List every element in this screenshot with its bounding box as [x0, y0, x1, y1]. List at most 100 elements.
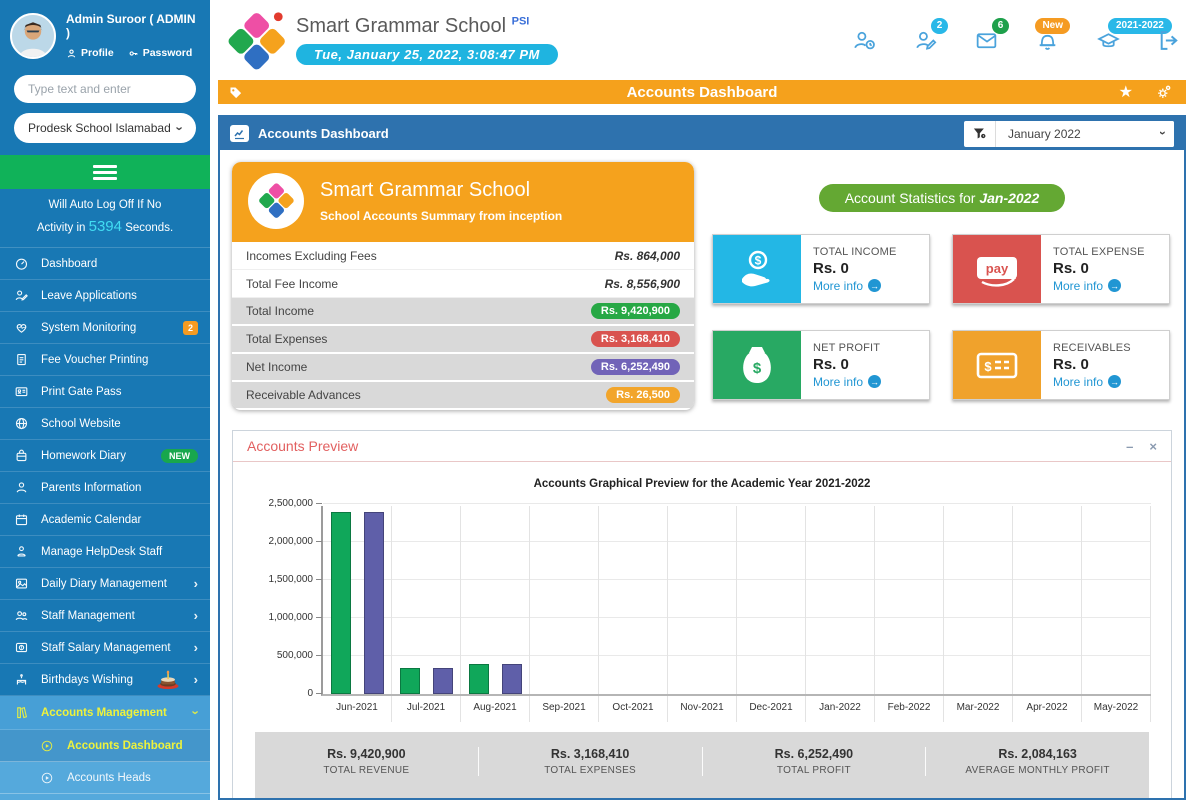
datetime-pill: Tue, January 25, 2022, 3:08:47 PM: [296, 44, 558, 65]
sidebar-item-leave-applications[interactable]: Leave Applications: [0, 280, 210, 312]
sidebar-item-school-website[interactable]: School Website: [0, 408, 210, 440]
x-axis-label: Oct-2021: [599, 696, 668, 722]
settings-gears-icon[interactable]: [1155, 84, 1172, 101]
filter-funnel-icon[interactable]: [964, 121, 996, 147]
x-axis-label: May-2022: [1082, 696, 1151, 722]
page-banner: Accounts Dashboard ★: [218, 80, 1186, 104]
academic-session-icon[interactable]: 2021-2022: [1096, 28, 1121, 53]
tag-icon: [228, 85, 243, 100]
arrow-circle-icon: →: [1108, 375, 1121, 388]
messages-icon[interactable]: 6: [974, 28, 999, 53]
y-axis-label: 2,000,000: [245, 536, 313, 547]
stat-card-total-expense[interactable]: payTOTAL EXPENSERs. 0More info →: [952, 234, 1170, 304]
stat-card-net-profit[interactable]: $NET PROFITRs. 0More info →: [712, 330, 930, 400]
sidebar-item-accounts-management[interactable]: Accounts Management›: [0, 696, 210, 730]
y-axis-label: 500,000: [245, 650, 313, 661]
total-expenses: Rs. 3,168,410TOTAL EXPENSES: [479, 747, 703, 776]
logout-icon[interactable]: [1157, 28, 1182, 53]
stat-card-receivables[interactable]: $RECEIVABLESRs. 0More info →: [952, 330, 1170, 400]
money-bag-icon: $: [713, 331, 801, 399]
sidebar-item-dashboard[interactable]: Dashboard: [0, 248, 210, 280]
month-select[interactable]: January 2022: [996, 121, 1174, 147]
accounts-icon: [12, 705, 30, 720]
sidebar-item-system-monitoring[interactable]: System Monitoring2: [0, 312, 210, 344]
search-input[interactable]: [14, 75, 196, 103]
sidebar-item-accounts-dashboard[interactable]: Accounts Dashboard: [0, 730, 210, 762]
staff-icon: [12, 608, 30, 623]
school-select[interactable]: Prodesk School Islamabad ›: [14, 113, 196, 143]
close-icon[interactable]: ×: [1149, 439, 1157, 454]
minimize-icon[interactable]: –: [1126, 439, 1133, 454]
school-logo-icon: [224, 9, 288, 71]
sidebar-item-income-entries[interactable]: Income Entries: [0, 794, 210, 800]
x-axis-label: Jan-2022: [806, 696, 875, 722]
accounts-bar-chart: 0500,0001,000,0001,500,0002,000,0002,500…: [249, 506, 1155, 722]
salary-icon: [12, 640, 30, 655]
notifications-bell-icon[interactable]: New: [1035, 28, 1060, 53]
more-info-link[interactable]: More info →: [1053, 279, 1145, 293]
user-clock-icon[interactable]: [852, 28, 877, 53]
leave-applications-icon: [12, 288, 30, 303]
bar-income-jun-2021: [331, 512, 351, 694]
x-axis-label: Jun-2021: [323, 696, 392, 722]
sidebar-item-academic-calendar[interactable]: Academic Calendar: [0, 504, 210, 536]
chevron-right-icon: ›: [194, 672, 198, 687]
play-circle-icon: [38, 771, 56, 785]
panel-header: Accounts Dashboard January 2022 ›: [220, 117, 1184, 150]
sidebar-item-staff-salary-management[interactable]: Staff Salary Management›: [0, 632, 210, 664]
stat-card-total-income[interactable]: $TOTAL INCOMERs. 0More info →: [712, 234, 930, 304]
x-axis-label: Mar-2022: [944, 696, 1013, 722]
sidebar-item-parents-information[interactable]: Parents Information: [0, 472, 210, 504]
value-pill: Rs. 6,252,490: [591, 359, 680, 375]
sidebar-item-fee-voucher-printing[interactable]: Fee Voucher Printing: [0, 344, 210, 376]
chevron-right-icon: ›: [194, 640, 198, 655]
sidebar-item-homework-diary[interactable]: Homework DiaryNEW: [0, 440, 210, 472]
homework-diary-icon: [12, 448, 30, 463]
x-axis-label: Jul-2021: [392, 696, 461, 722]
y-axis-label: 0: [245, 688, 313, 699]
chart-title: Accounts Graphical Preview for the Acade…: [249, 478, 1155, 490]
helpdesk-icon: [12, 544, 30, 559]
total-revenue: Rs. 9,420,900TOTAL REVENUE: [255, 747, 479, 776]
x-axis-label: Dec-2021: [737, 696, 806, 722]
password-link[interactable]: Password: [128, 47, 193, 59]
favorite-star-icon[interactable]: ★: [1119, 82, 1133, 102]
sidebar-item-daily-diary-management[interactable]: Daily Diary Management›: [0, 568, 210, 600]
svg-text:$: $: [753, 360, 762, 377]
more-info-link[interactable]: More info →: [1053, 375, 1131, 389]
sidebar-item-birthdays-wishing[interactable]: Birthdays Wishing›: [0, 664, 210, 696]
staff-requests-icon[interactable]: 2: [913, 28, 938, 53]
y-axis-label: 1,000,000: [245, 612, 313, 623]
chart-column-dec-2021: [737, 506, 806, 694]
avatar[interactable]: [10, 13, 56, 59]
value-pill: Rs. 26,500: [606, 387, 680, 403]
parents-icon: [12, 480, 30, 495]
x-axis-label: Aug-2021: [461, 696, 530, 722]
summary-row-receivable-advances: Receivable AdvancesRs. 26,500: [232, 382, 694, 410]
chart-column-feb-2022: [875, 506, 944, 694]
daily-diary-icon: [12, 576, 30, 591]
chart-column-oct-2021: [599, 506, 668, 694]
globe-icon: [12, 416, 30, 431]
summary-row-total-income: Total IncomeRs. 9,420,900: [232, 298, 694, 326]
summary-row-incomes-excluding-fees: Incomes Excluding FeesRs. 864,000: [232, 242, 694, 270]
hand-dollar-icon: $: [713, 235, 801, 303]
svg-text:$: $: [755, 254, 762, 268]
menu-toggle-button[interactable]: [0, 155, 210, 189]
sidebar-item-manage-helpdesk-staff[interactable]: Manage HelpDesk Staff: [0, 536, 210, 568]
sidebar-item-print-gate-pass[interactable]: Print Gate Pass: [0, 376, 210, 408]
chevron-down-icon: ›: [172, 126, 187, 130]
summary-subtitle: School Accounts Summary from inception: [320, 209, 562, 223]
more-info-link[interactable]: More info →: [813, 375, 881, 389]
more-info-link[interactable]: More info →: [813, 279, 896, 293]
x-axis-label: Feb-2022: [875, 696, 944, 722]
summary-row-total-fee-income: Total Fee IncomeRs. 8,556,900: [232, 270, 694, 298]
top-header: Smart Grammar School PSI Tue, January 25…: [210, 0, 1200, 80]
school-suffix: PSI: [512, 15, 530, 27]
sidebar-item-staff-management[interactable]: Staff Management›: [0, 600, 210, 632]
profile-link[interactable]: Profile: [66, 47, 114, 59]
gate-pass-icon: [12, 384, 30, 399]
x-axis-label: Nov-2021: [668, 696, 737, 722]
sidebar-item-accounts-heads[interactable]: Accounts Heads: [0, 762, 210, 794]
accounts-preview-panel: Accounts Preview – × Accounts Graphical …: [232, 430, 1172, 798]
